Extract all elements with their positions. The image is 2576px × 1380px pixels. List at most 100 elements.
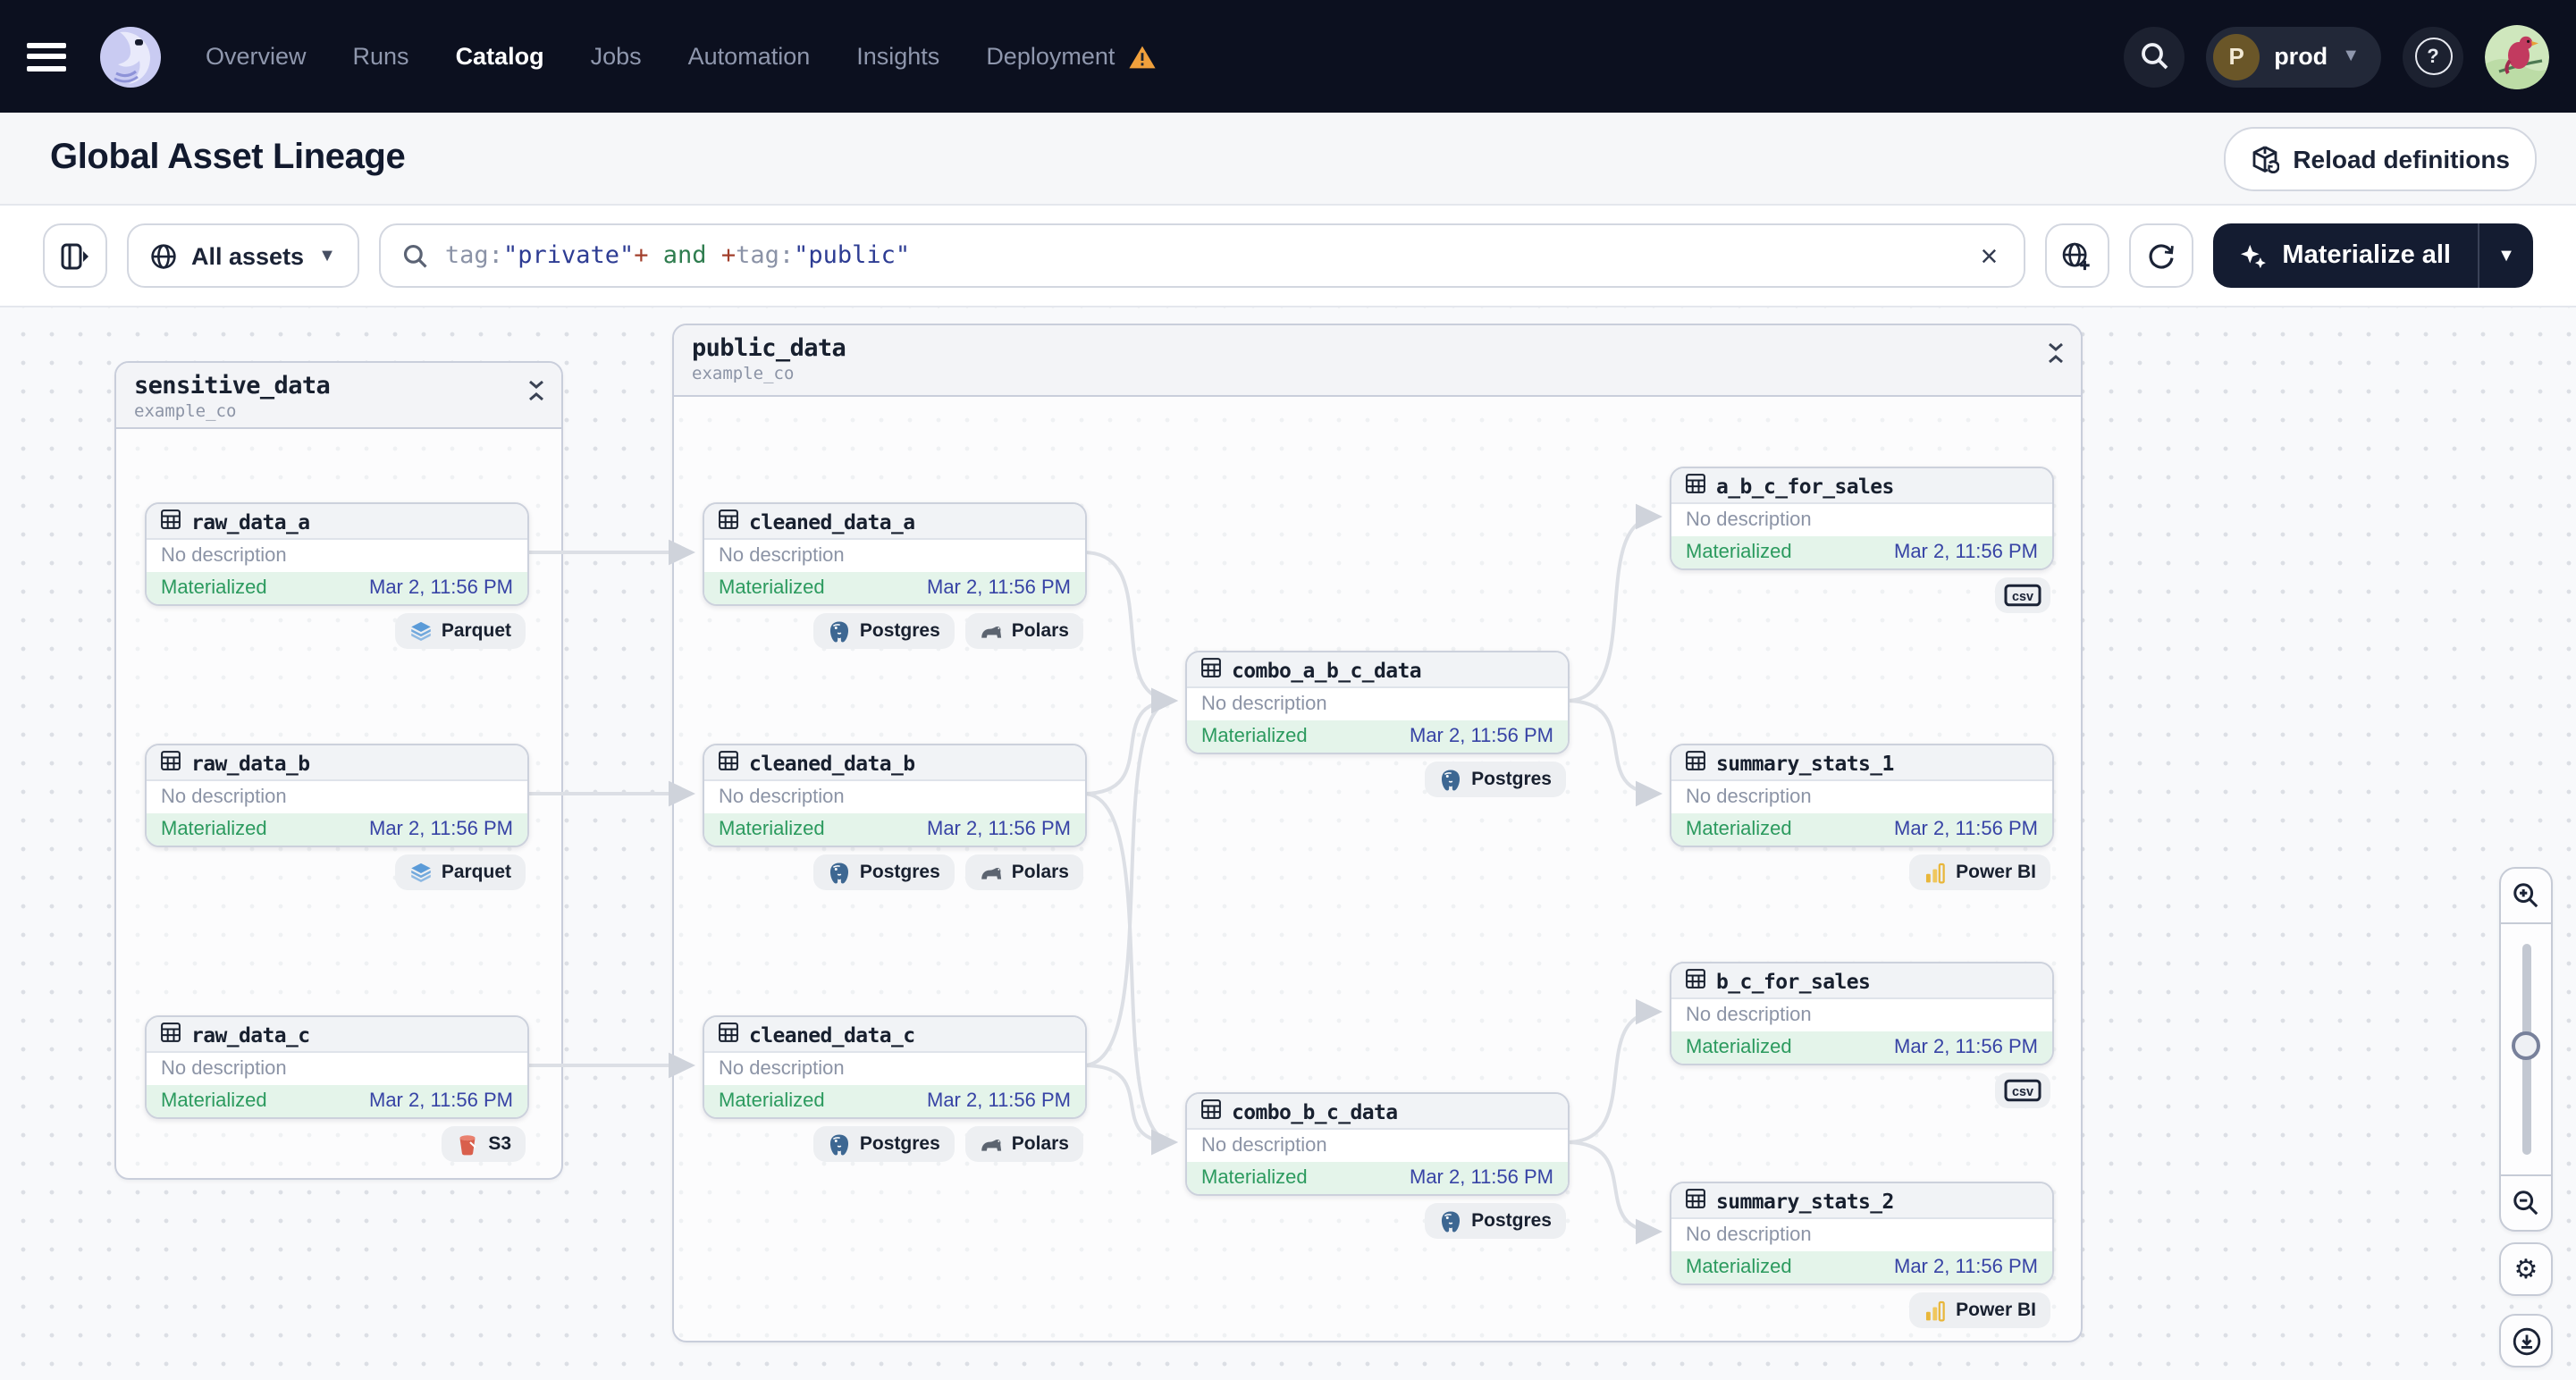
table-icon <box>719 1018 738 1050</box>
polars-icon <box>980 619 1003 643</box>
user-avatar[interactable] <box>2485 24 2549 88</box>
page-header: Global Asset Lineage Reload definitions <box>0 113 2576 204</box>
asset-node-a_b_c_for_sales[interactable]: a_b_c_for_sales No description Materiali… <box>1670 467 2054 570</box>
asset-scope-dropdown[interactable]: All assets ▼ <box>127 223 359 288</box>
materialization-timestamp: Mar 2, 11:56 PM <box>1894 542 2038 563</box>
search-icon[interactable] <box>2124 26 2185 87</box>
sparkle-icon <box>2240 243 2266 268</box>
nav-item-deployment[interactable]: Deployment <box>986 43 1156 70</box>
nav-item-label: Deployment <box>986 43 1115 70</box>
asset-name: summary_stats_1 <box>1716 750 1894 775</box>
asset-node-raw_data_b[interactable]: raw_data_b No description Materialized M… <box>145 744 529 847</box>
asset-name: raw_data_a <box>191 509 310 534</box>
asset-status-bar: Materialized Mar 2, 11:56 PM <box>147 572 527 604</box>
nav-item-automation[interactable]: Automation <box>688 43 811 70</box>
asset-node-raw_data_a[interactable]: raw_data_a No description Materialized M… <box>145 502 529 606</box>
reload-definitions-button[interactable]: Reload definitions <box>2223 126 2537 190</box>
asset-node-header: summary_stats_2 <box>1671 1183 2052 1219</box>
materialization-timestamp: Mar 2, 11:56 PM <box>369 1090 513 1112</box>
asset-search-input[interactable]: tag:"private"+ and +tag:"public" × <box>378 223 2025 288</box>
zoom-slider-thumb[interactable] <box>2512 1031 2540 1060</box>
nav-item-runs[interactable]: Runs <box>353 43 409 70</box>
badge-row-summary_stats_1: Power BI <box>1670 854 2050 890</box>
kind-badge-label: Polars <box>1011 862 1069 883</box>
asset-node-cleaned_data_a[interactable]: cleaned_data_a No description Materializ… <box>703 502 1087 606</box>
settings-gear-icon[interactable]: ⚙ <box>2499 1242 2553 1296</box>
materialize-all-split-button: Materialize all ▼ <box>2212 223 2533 288</box>
environment-avatar: P <box>2213 33 2260 80</box>
kind-badge-label: S3 <box>488 1133 511 1155</box>
s3-icon <box>456 1132 479 1156</box>
nav-item-label: Insights <box>856 43 940 70</box>
asset-node-summary_stats_1[interactable]: summary_stats_1 No description Materiali… <box>1670 744 2054 847</box>
asset-status-bar: Materialized Mar 2, 11:56 PM <box>1187 720 1568 753</box>
kind-badge-label: Parquet <box>441 862 511 883</box>
refresh-icon[interactable] <box>2128 223 2193 288</box>
asset-node-cleaned_data_c[interactable]: cleaned_data_c No description Materializ… <box>703 1015 1087 1119</box>
asset-description: No description <box>1671 999 2052 1031</box>
hamburger-icon[interactable] <box>27 42 66 71</box>
badge-row-raw_data_a: Parquet <box>145 613 526 649</box>
kind-badge-label: Parquet <box>441 620 511 642</box>
asset-node-summary_stats_2[interactable]: summary_stats_2 No description Materiali… <box>1670 1182 2054 1285</box>
asset-node-header: raw_data_b <box>147 745 527 781</box>
svg-text:csv: csv <box>2012 590 2033 604</box>
materialize-options-caret[interactable]: ▼ <box>2479 223 2533 288</box>
materialize-all-button[interactable]: Materialize all <box>2212 223 2478 288</box>
asset-description: No description <box>147 781 527 813</box>
status-badge: Materialized <box>719 819 825 840</box>
status-badge: Materialized <box>1201 1167 1308 1189</box>
status-badge: Materialized <box>161 819 267 840</box>
kind-badge-polars: Polars <box>964 613 1083 649</box>
polars-icon <box>980 1132 1003 1156</box>
globe-add-icon[interactable] <box>2044 223 2109 288</box>
postgres-icon <box>1439 1209 1462 1233</box>
clear-search-icon[interactable]: × <box>1977 240 2002 271</box>
materialization-timestamp: Mar 2, 11:56 PM <box>1410 1167 1553 1189</box>
table-icon <box>1686 1184 1705 1216</box>
asset-name: cleaned_data_a <box>749 509 915 534</box>
asset-node-b_c_for_sales[interactable]: b_c_for_sales No description Materialize… <box>1670 962 2054 1065</box>
lineage-edge <box>1565 699 1663 807</box>
lineage-canvas[interactable]: ⚙ sensitive_data example_co public_data … <box>0 307 2576 1380</box>
status-badge: Materialized <box>1686 1037 1792 1058</box>
environment-switcher[interactable]: P prod ▼ <box>2206 26 2381 87</box>
zoom-in-icon[interactable] <box>2501 869 2551 922</box>
csv-icon: csv <box>2004 583 2041 608</box>
table-icon <box>1686 746 1705 778</box>
asset-description: No description <box>147 1053 527 1085</box>
search-query: tag:"private"+ and +tag:"public" <box>445 241 910 270</box>
zoom-controls <box>2499 867 2553 1232</box>
asset-name: raw_data_c <box>191 1022 310 1047</box>
panel-toggle-icon[interactable] <box>43 223 107 288</box>
nav-item-jobs[interactable]: Jobs <box>591 43 642 70</box>
nav-item-overview[interactable]: Overview <box>206 43 307 70</box>
dagster-logo[interactable] <box>98 24 163 88</box>
asset-description: No description <box>704 781 1085 813</box>
kind-badge-powerbi: Power BI <box>1909 1292 2050 1328</box>
help-icon[interactable]: ? <box>2403 26 2463 87</box>
asset-node-combo_a_b_c_data[interactable]: combo_a_b_c_data No description Material… <box>1185 651 1570 754</box>
badge-row-raw_data_b: Parquet <box>145 854 526 890</box>
asset-status-bar: Materialized Mar 2, 11:56 PM <box>704 1085 1085 1117</box>
download-icon[interactable] <box>2499 1314 2553 1367</box>
status-badge: Materialized <box>161 577 267 599</box>
kind-badge-label: Postgres <box>859 1133 940 1155</box>
query-token: + <box>634 241 649 270</box>
chevron-down-icon: ▼ <box>2342 46 2360 66</box>
asset-node-header: raw_data_a <box>147 504 527 540</box>
asset-node-raw_data_c[interactable]: raw_data_c No description Materialized M… <box>145 1015 529 1119</box>
asset-node-cleaned_data_b[interactable]: cleaned_data_b No description Materializ… <box>703 744 1087 847</box>
nav-item-catalog[interactable]: Catalog <box>456 43 544 70</box>
kind-badge-powerbi: Power BI <box>1909 854 2050 890</box>
asset-description: No description <box>1187 688 1568 720</box>
kind-badge-label: Postgres <box>1471 769 1552 790</box>
postgres-icon <box>828 1132 851 1156</box>
asset-node-combo_b_c_data[interactable]: combo_b_c_data No description Materializ… <box>1185 1092 1570 1196</box>
asset-node-header: cleaned_data_a <box>704 504 1085 540</box>
zoom-out-icon[interactable] <box>2501 1176 2551 1230</box>
kind-badge-postgres: Postgres <box>812 613 955 649</box>
query-token: "private" <box>502 241 635 270</box>
postgres-icon <box>828 861 851 884</box>
nav-item-insights[interactable]: Insights <box>856 43 939 70</box>
